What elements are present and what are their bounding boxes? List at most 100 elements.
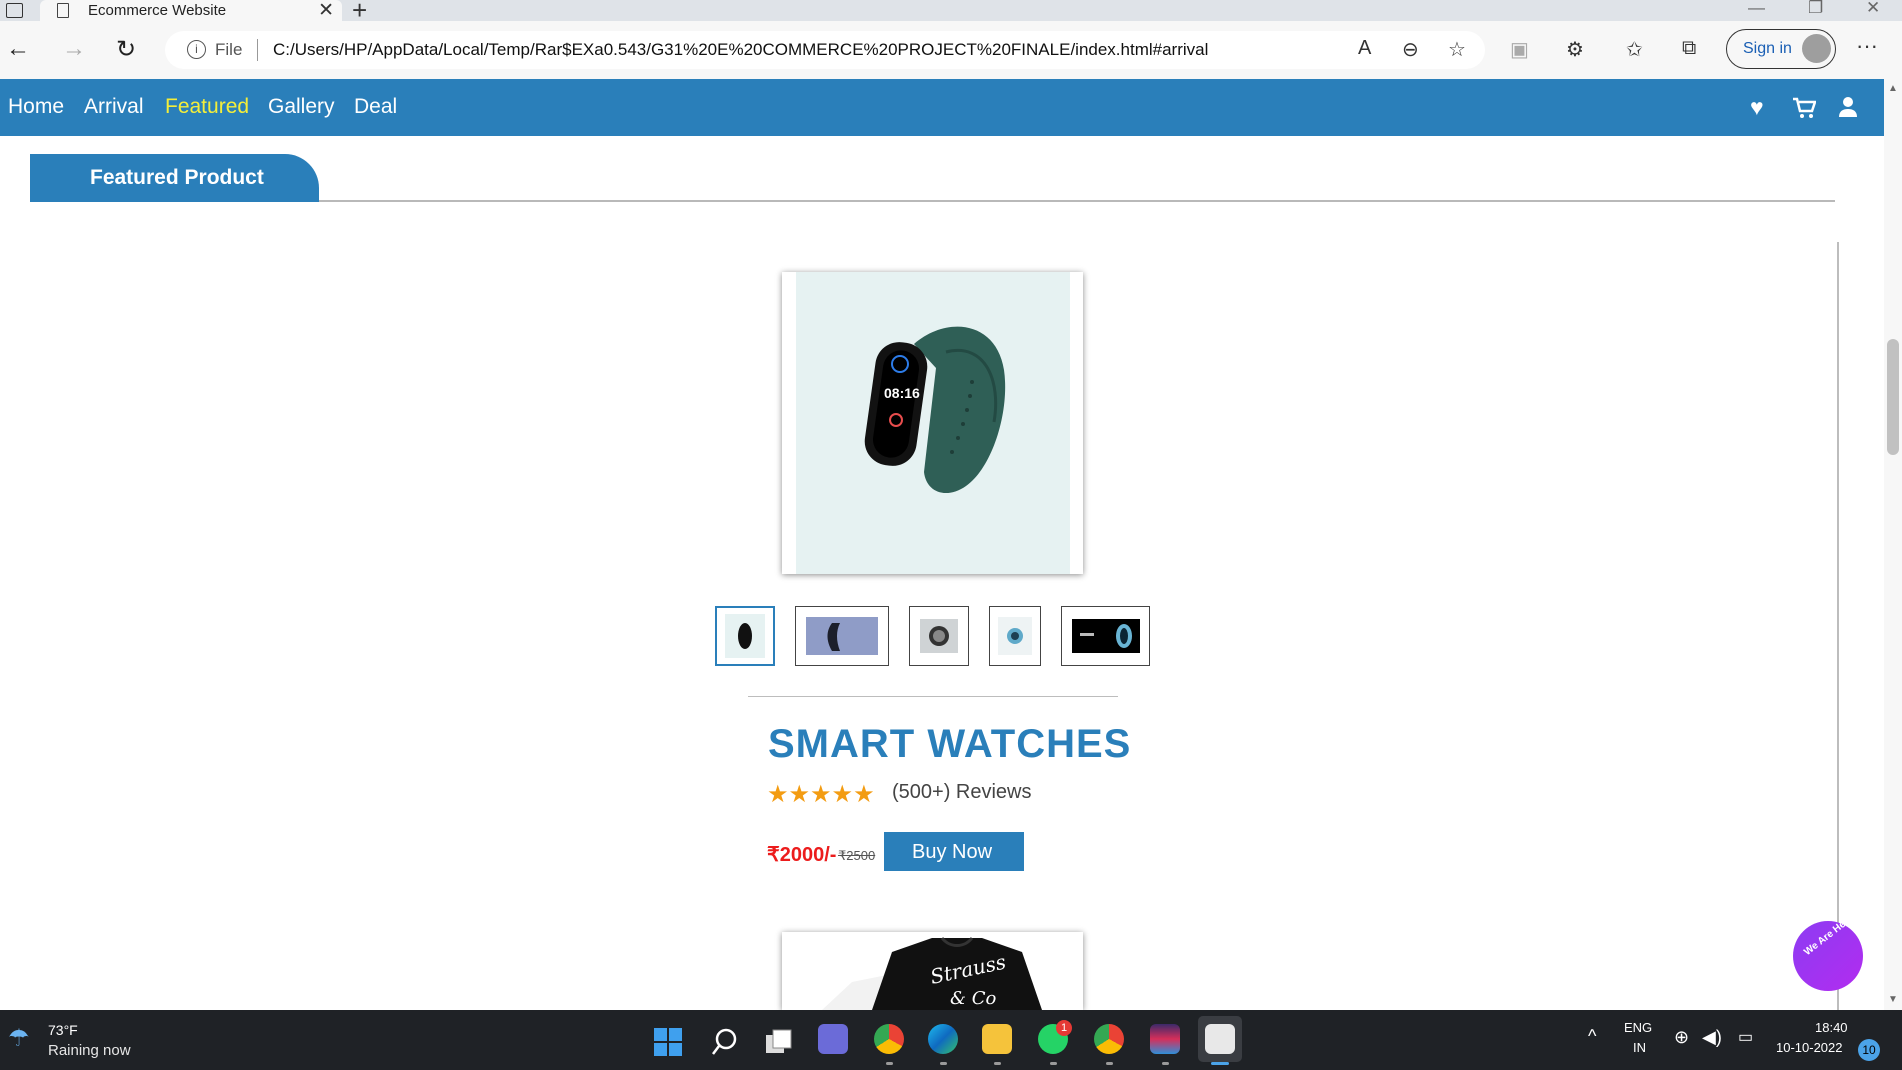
star-icon: ★ (788, 781, 811, 808)
whatsapp-badge: 1 (1056, 1020, 1072, 1036)
nav-link-home[interactable]: Home (8, 95, 64, 119)
nav-link-arrival[interactable]: Arrival (84, 95, 144, 119)
collections-icon[interactable]: ⧉ (1682, 37, 1696, 60)
scrollbar-thumb[interactable] (1887, 339, 1899, 455)
product-old-price: ₹2500 (838, 848, 876, 863)
chrome-icon[interactable] (874, 1024, 904, 1054)
running-indicator (994, 1062, 1001, 1065)
next-product-image[interactable]: Strauss & Co (782, 932, 1083, 1010)
teams-chat-icon[interactable] (818, 1024, 848, 1054)
language-code[interactable]: ENG (1624, 1020, 1652, 1035)
show-hidden-icons[interactable]: ^ (1588, 1026, 1596, 1047)
running-indicator (886, 1062, 893, 1065)
favorites-icon[interactable]: ✩ (1626, 37, 1643, 62)
address-bar[interactable]: i File C:/Users/HP/AppData/Local/Temp/Ra… (165, 31, 1485, 69)
tab-title: Ecommerce Website (88, 2, 227, 19)
info-icon[interactable]: i (187, 40, 206, 59)
weather-umbrella-icon[interactable]: ☂ (8, 1024, 30, 1053)
running-indicator (1106, 1062, 1113, 1065)
thumbnail-band-blue-image (806, 617, 878, 655)
back-icon[interactable]: ← (6, 35, 30, 63)
search-icon[interactable] (710, 1027, 740, 1057)
tab-close-button[interactable]: ✕ (318, 0, 334, 22)
review-count: (500+) Reviews (892, 781, 1032, 803)
scroll-up-icon[interactable]: ▲ (1888, 83, 1898, 94)
nav-link-featured[interactable]: Featured (165, 95, 249, 119)
sign-in-button[interactable]: Sign in (1726, 29, 1836, 69)
browser-tab-bar: Ecommerce Website ✕ + — ❐ ✕ (0, 0, 1902, 25)
minimize-icon[interactable]: — (1748, 0, 1765, 18)
edge-icon[interactable] (928, 1024, 958, 1054)
app-icon[interactable]: ▣ (1510, 37, 1529, 62)
read-aloud-icon[interactable]: A (1358, 37, 1371, 60)
weather-status[interactable]: Raining now (48, 1042, 131, 1059)
refresh-icon[interactable]: ↻ (116, 35, 136, 64)
buy-now-button[interactable]: Buy Now (884, 832, 1024, 871)
task-view-icon[interactable] (764, 1027, 794, 1057)
add-favorite-icon[interactable]: ☆ (1448, 37, 1466, 62)
winrar-icon[interactable] (1150, 1024, 1180, 1054)
chat-widget-label: We Are Here! (1802, 911, 1859, 958)
page-icon (57, 3, 69, 18)
url-text[interactable]: C:/Users/HP/AppData/Local/Temp/Rar$EXa0.… (273, 40, 1208, 60)
tshirt-image: Strauss & Co (822, 936, 1042, 1010)
thumbnail-3[interactable] (909, 606, 969, 666)
thumbnail-1[interactable] (715, 606, 775, 666)
address-scheme: File (215, 40, 243, 59)
snipping-tool-icon[interactable] (1205, 1024, 1235, 1054)
scroll-down-icon[interactable]: ▼ (1888, 994, 1898, 1005)
thumbnail-band-image (725, 614, 765, 658)
section-heading: Featured Product (90, 166, 264, 189)
thumbnail-4[interactable] (989, 606, 1041, 666)
tab-actions-icon[interactable] (6, 3, 23, 18)
active-indicator (1211, 1062, 1229, 1065)
product-divider (748, 696, 1118, 697)
zoom-out-icon[interactable]: ⊖ (1402, 37, 1419, 62)
running-indicator (1050, 1062, 1057, 1065)
thumbnail-round-watch-image (998, 617, 1032, 655)
chat-widget-button[interactable]: We Are Here! (1793, 911, 1863, 991)
sign-in-label: Sign in (1743, 40, 1792, 57)
product-price: ₹2000/- (767, 844, 837, 866)
restore-icon[interactable]: ❐ (1808, 0, 1823, 18)
rating-stars: ★★★★★ (767, 780, 875, 809)
clock-date[interactable]: 10-10-2022 (1776, 1040, 1843, 1055)
region-code[interactable]: IN (1633, 1040, 1646, 1055)
weather-temperature[interactable]: 73°F (48, 1022, 78, 1038)
nav-link-deal[interactable]: Deal (354, 95, 397, 119)
smart-band-image: 08:16 (864, 326, 1006, 494)
thumbnail-2[interactable] (795, 606, 889, 666)
svg-text:& Co: & Co (950, 988, 997, 1009)
battery-icon[interactable]: ▭ (1738, 1027, 1753, 1047)
cart-icon[interactable] (1792, 97, 1816, 119)
svg-text:08:16: 08:16 (884, 385, 920, 401)
page-scrollbar[interactable]: ▲ ▼ (1884, 79, 1902, 1010)
more-menu-icon[interactable]: ··· (1856, 33, 1878, 59)
window-close-icon[interactable]: ✕ (1866, 0, 1880, 18)
running-indicator (1162, 1062, 1169, 1065)
content-border (1837, 242, 1839, 1010)
user-icon[interactable] (1838, 96, 1858, 118)
star-icon: ★ (831, 781, 854, 808)
product-image-background: 08:16 (796, 272, 1070, 574)
notification-badge[interactable]: 10 (1858, 1039, 1880, 1061)
volume-icon[interactable]: ◀) (1702, 1027, 1722, 1048)
thumbnail-5[interactable] (1061, 606, 1150, 666)
extensions-icon[interactable]: ⚙ (1566, 37, 1584, 62)
windows-start-icon[interactable] (653, 1027, 683, 1057)
windows-taskbar: ☂ 73°F Raining now 1 ^ ENG IN ⊕ ◀) ▭ 18:… (0, 1010, 1902, 1070)
chrome-profile-icon[interactable] (1094, 1024, 1124, 1054)
browser-toolbar: ← → ↻ i File C:/Users/HP/AppData/Local/T… (0, 21, 1902, 79)
thumbnail-banner-image (1072, 619, 1140, 653)
clock-time[interactable]: 18:40 (1815, 1020, 1848, 1035)
forward-icon[interactable]: → (62, 35, 86, 63)
avatar (1802, 34, 1831, 63)
product-main-image[interactable]: 08:16 (782, 272, 1083, 574)
browser-tab[interactable]: Ecommerce Website ✕ (40, 0, 342, 21)
heart-icon[interactable]: ♥ (1750, 94, 1764, 121)
file-explorer-icon[interactable] (982, 1024, 1012, 1054)
network-icon[interactable]: ⊕ (1674, 1027, 1689, 1048)
nav-link-gallery[interactable]: Gallery (268, 95, 335, 119)
buy-now-label: Buy Now (912, 841, 993, 863)
running-indicator (940, 1062, 947, 1065)
